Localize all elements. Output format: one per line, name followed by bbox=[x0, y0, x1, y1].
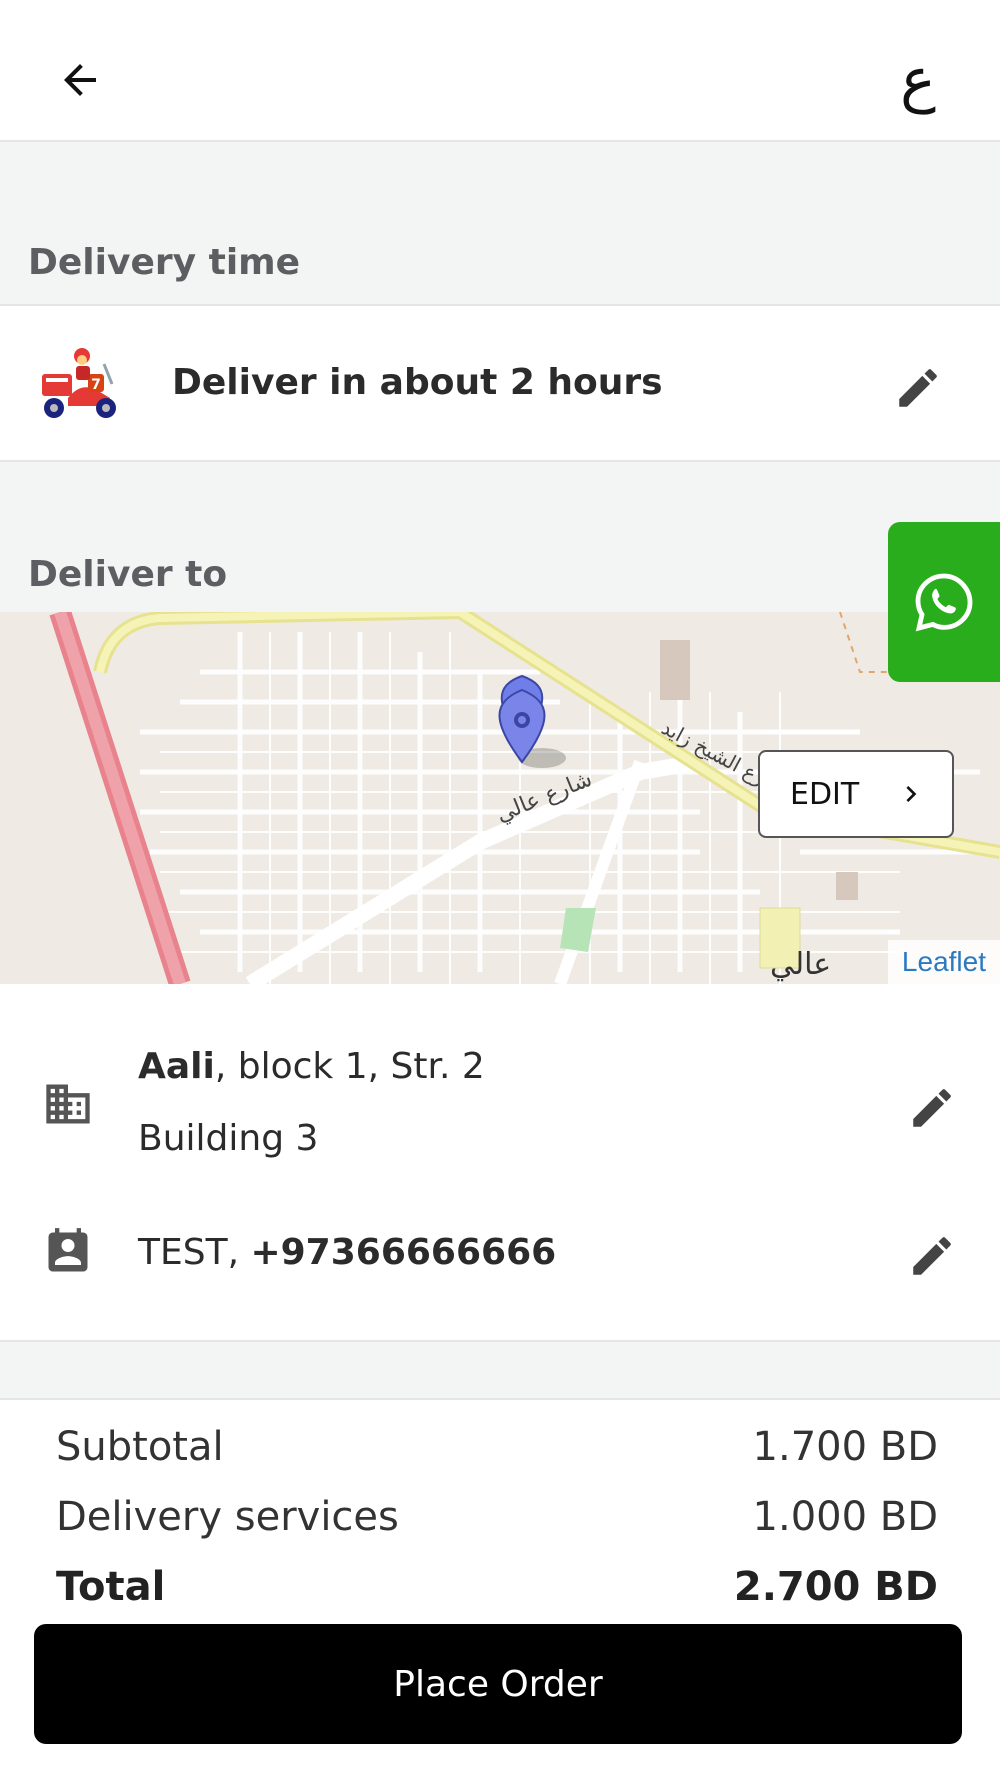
deliver-to-section-header: Deliver to bbox=[0, 462, 1000, 612]
contact-name: TEST, bbox=[138, 1232, 251, 1273]
svg-text:7: 7 bbox=[91, 377, 101, 393]
top-bar bbox=[0, 0, 1000, 142]
leaflet-attribution-link[interactable]: Leaflet bbox=[887, 940, 1000, 984]
svg-text:عالي: عالي bbox=[770, 947, 831, 982]
map-edit-label: EDIT bbox=[790, 776, 860, 812]
subtotal-row: Subtotal 1.700 BD bbox=[56, 1424, 938, 1470]
chevron-right-icon bbox=[906, 786, 917, 802]
subtotal-value: 1.700 BD bbox=[752, 1424, 938, 1470]
delivery-map[interactable]: شارع عالي شارع الشيخ زايد عالي EDIT Leaf… bbox=[0, 612, 1000, 984]
total-value: 2.700 BD bbox=[733, 1564, 938, 1610]
whatsapp-icon bbox=[915, 573, 973, 632]
delivery-fee-row: Delivery services 1.000 BD bbox=[56, 1494, 938, 1540]
language-toggle-button[interactable]: ع bbox=[878, 40, 958, 120]
divider bbox=[0, 1398, 1000, 1400]
edit-contact-button[interactable] bbox=[902, 1226, 962, 1286]
delivery-time-label: Delivery time bbox=[28, 242, 301, 283]
contact-card-icon bbox=[42, 1226, 94, 1278]
pencil-icon bbox=[913, 1089, 951, 1127]
delivery-time-value: Deliver in about 2 hours bbox=[172, 362, 663, 403]
total-label: Total bbox=[56, 1564, 166, 1610]
address-line-1: Aali, block 1, Str. 2 bbox=[138, 1046, 485, 1087]
deliver-to-label: Deliver to bbox=[28, 554, 228, 595]
address-line-1-rest: , block 1, Str. 2 bbox=[214, 1046, 485, 1087]
address-area: Aali bbox=[138, 1046, 215, 1087]
edit-delivery-time-button[interactable] bbox=[888, 358, 948, 418]
delivery-scooter-icon: 7 bbox=[38, 344, 124, 424]
edit-address-button[interactable] bbox=[902, 1078, 962, 1138]
pencil-icon bbox=[913, 1237, 951, 1275]
pencil-icon bbox=[899, 369, 937, 407]
subtotal-label: Subtotal bbox=[56, 1424, 224, 1470]
arrow-left-icon bbox=[64, 64, 96, 96]
delivery-fee-value: 1.000 BD bbox=[752, 1494, 938, 1540]
map-edit-button[interactable]: EDIT bbox=[758, 750, 954, 838]
contact-phone: +97366666666 bbox=[250, 1232, 557, 1273]
delivery-time-section-header: Delivery time bbox=[0, 142, 1000, 304]
place-order-button[interactable]: Place Order bbox=[34, 1624, 962, 1744]
total-row: Total 2.700 BD bbox=[56, 1564, 938, 1610]
contact-info: TEST, +97366666666 bbox=[138, 1232, 556, 1273]
whatsapp-button[interactable] bbox=[888, 522, 1000, 682]
delivery-fee-label: Delivery services bbox=[56, 1494, 399, 1540]
spacer-band bbox=[0, 1342, 1000, 1398]
back-button[interactable] bbox=[44, 44, 116, 116]
building-icon bbox=[42, 1078, 94, 1130]
address-line-2: Building 3 bbox=[138, 1118, 319, 1159]
